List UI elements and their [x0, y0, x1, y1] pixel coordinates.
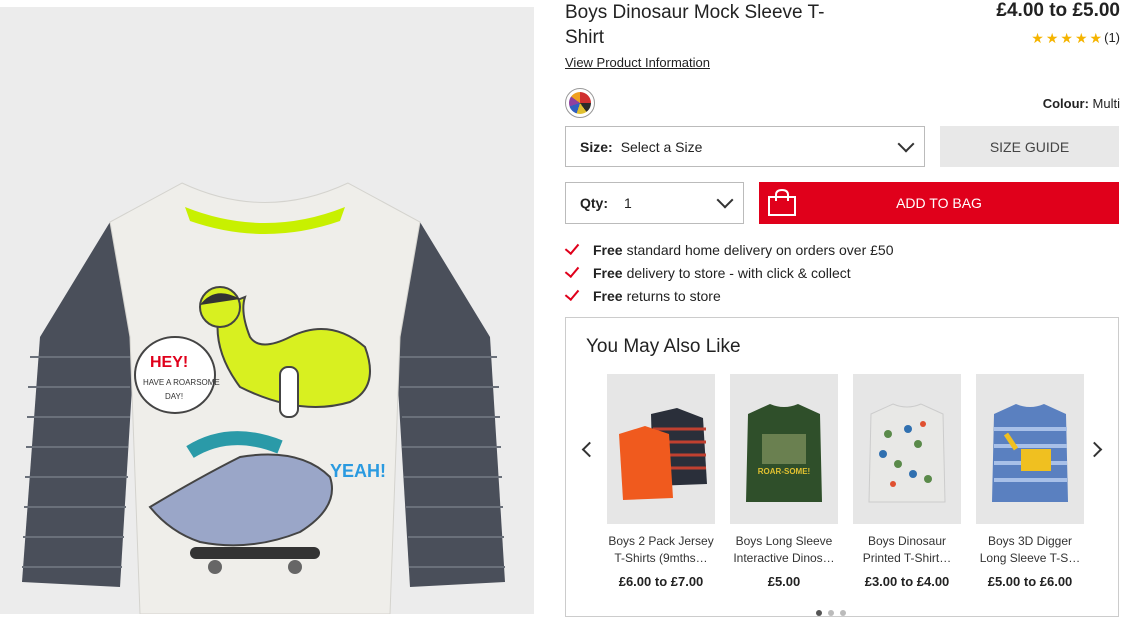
- recommendation-price: £5.00: [767, 574, 801, 589]
- perk-text: returns to store: [626, 287, 721, 304]
- size-label: Size:: [580, 138, 613, 155]
- perk-bold: Free: [593, 264, 623, 281]
- chevron-left-icon[interactable]: [581, 441, 598, 458]
- recommendation-name-line1: Boys 3D Digger: [987, 534, 1073, 548]
- colour-label: Colour:: [1042, 96, 1089, 111]
- star-icon: ★: [1060, 29, 1073, 46]
- product-title-line1: Boys Dinosaur Mock Sleeve T-: [565, 2, 825, 23]
- bag-icon: [768, 189, 796, 216]
- recommendations-panel: You May Also Like Boys 2 Pack Jersey T-S…: [565, 317, 1119, 617]
- star-icon: ★: [1074, 29, 1088, 46]
- perk-text: standard home delivery on orders over £5…: [626, 241, 894, 258]
- qty-value: 1: [624, 195, 632, 211]
- thumb-text: ROAR-SOME!: [758, 467, 810, 476]
- product-thumbnail[interactable]: ROAR-SOME!: [730, 374, 838, 524]
- product-thumbnail[interactable]: [607, 374, 715, 524]
- recommendation-name-line2: Printed T-Shirt…: [862, 551, 952, 565]
- add-to-bag-label: ADD TO BAG: [896, 195, 982, 211]
- recommendation-price: £3.00 to £4.00: [864, 574, 950, 589]
- size-guide-button[interactable]: SIZE GUIDE: [940, 126, 1119, 167]
- rating[interactable]: ★ ★ ★ ★ ★ (1): [1031, 30, 1120, 45]
- recommendation-name-line1: Boys 2 Pack Jersey: [608, 534, 714, 548]
- colour-swatch[interactable]: [565, 88, 595, 118]
- speech-text-3: DAY!: [165, 392, 183, 401]
- chevron-down-icon: [716, 191, 734, 209]
- colour-value: Multi: [1092, 96, 1120, 111]
- product-title: Boys Dinosaur Mock Sleeve T- Shirt: [565, 0, 865, 50]
- check-icon: [564, 285, 580, 302]
- carousel-dots: [816, 610, 846, 616]
- recommendation-card[interactable]: Boys 2 Pack Jersey T-Shirts (9mths… £6.0…: [607, 374, 715, 589]
- carousel-dot[interactable]: [816, 610, 822, 616]
- product-thumbnail[interactable]: [853, 374, 961, 524]
- star-icon: ★: [1031, 29, 1044, 46]
- product-thumbnail[interactable]: [976, 374, 1084, 524]
- colour-info: Colour: Multi: [1043, 96, 1120, 111]
- yeah-text: YEAH!: [330, 461, 386, 481]
- recommendation-name-line1: Boys Long Sleeve: [735, 534, 833, 548]
- product-hero-image[interactable]: HEY! HAVE A ROARSOME DAY! YEAH!: [0, 7, 534, 614]
- recommendation-card[interactable]: Boys Dinosaur Printed T-Shirt… £3.00 to …: [853, 374, 961, 589]
- carousel-dot[interactable]: [828, 610, 834, 616]
- perk-bold: Free: [593, 241, 623, 258]
- star-icon: ★: [1045, 29, 1059, 46]
- recommendation-card[interactable]: ROAR-SOME! Boys Long Sleeve Interactive …: [730, 374, 838, 589]
- view-product-info-link[interactable]: View Product Information: [565, 55, 710, 70]
- recommendation-name-line2: Long Sleeve T-S…: [979, 551, 1081, 565]
- rating-count: (1): [1104, 30, 1120, 45]
- chevron-down-icon: [897, 135, 915, 152]
- product-price: £4.00 to £5.00: [996, 0, 1120, 21]
- product-title-line2: Shirt: [565, 27, 605, 48]
- chevron-right-icon[interactable]: [1086, 441, 1103, 458]
- perk-item: Free delivery to store - with click & col…: [564, 261, 894, 284]
- perk-item: Free standard home delivery on orders ove…: [564, 238, 894, 261]
- qty-label: Qty:: [580, 195, 608, 211]
- recommendation-name-line2: T-Shirts (9mths…: [614, 551, 708, 565]
- recommendation-name-line1: Boys Dinosaur: [867, 534, 947, 548]
- speech-text-2: HAVE A ROARSOME: [143, 378, 220, 387]
- carousel-dot[interactable]: [840, 610, 846, 616]
- size-select[interactable]: Size: Select a Size: [565, 126, 925, 167]
- perk-bold: Free: [593, 287, 623, 304]
- recommendations-heading: You May Also Like: [586, 336, 741, 357]
- recommendation-card[interactable]: Boys 3D Digger Long Sleeve T-S… £5.00 to…: [976, 374, 1084, 589]
- qty-select[interactable]: Qty: 1: [565, 182, 744, 224]
- recommendation-price: £6.00 to £7.00: [618, 574, 704, 589]
- delivery-perks-list: Free standard home delivery on orders ove…: [564, 238, 894, 307]
- recommendation-price: £5.00 to £6.00: [987, 574, 1073, 589]
- recommendation-name-line2: Interactive Dinos…: [733, 551, 835, 565]
- check-icon: [564, 262, 580, 279]
- star-icon: ★: [1089, 29, 1103, 46]
- multi-colour-icon: [569, 92, 591, 114]
- perk-item: Free returns to store: [564, 284, 894, 307]
- speech-text-1: HEY!: [150, 354, 188, 371]
- perk-text: delivery to store - with click & collect: [626, 264, 851, 281]
- check-icon: [564, 239, 580, 256]
- add-to-bag-button[interactable]: ADD TO BAG: [759, 182, 1119, 224]
- size-value: Select a Size: [620, 138, 703, 155]
